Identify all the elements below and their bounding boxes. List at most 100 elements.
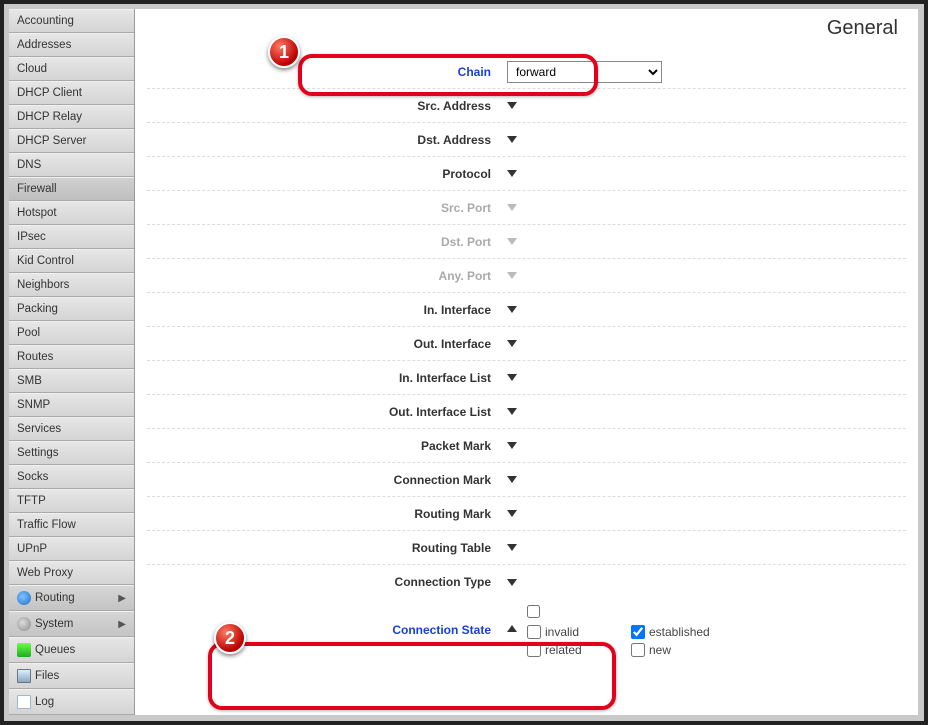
field-label: In. Interface List xyxy=(147,371,507,385)
nav-item-pool[interactable]: Pool xyxy=(9,321,134,345)
expand-icon[interactable] xyxy=(507,544,517,551)
log-icon xyxy=(17,695,31,709)
conn-state-invalid[interactable]: invalid xyxy=(527,625,627,639)
conn-state-negate-checkbox[interactable] xyxy=(527,605,540,618)
field-label: Routing Table xyxy=(147,541,507,555)
field-dst-address: Dst. Address xyxy=(147,123,906,157)
annotation-badge-1: 1 xyxy=(268,36,300,68)
field-label: Out. Interface xyxy=(147,337,507,351)
field-label: Src. Port xyxy=(147,201,507,215)
field-label: Src. Address xyxy=(147,99,507,113)
nav-item-settings[interactable]: Settings xyxy=(9,441,134,465)
conn-state-related-checkbox[interactable] xyxy=(527,643,541,657)
field-label: Out. Interface List xyxy=(147,405,507,419)
gear-icon xyxy=(17,617,31,631)
sidebar: Accounting Addresses Cloud DHCP Client D… xyxy=(9,9,135,715)
collapse-icon[interactable] xyxy=(507,625,517,632)
nav-item-queues[interactable]: Queues xyxy=(9,637,134,663)
chain-label: Chain xyxy=(147,65,507,79)
field-packet-mark: Packet Mark xyxy=(147,429,906,463)
field-label: Dst. Port xyxy=(147,235,507,249)
field-label: Any. Port xyxy=(147,269,507,283)
field-routing-mark: Routing Mark xyxy=(147,497,906,531)
expand-icon[interactable] xyxy=(507,579,517,586)
expand-icon xyxy=(507,272,517,279)
nav-item-kid-control[interactable]: Kid Control xyxy=(9,249,134,273)
nav-parent-routing[interactable]: Routing ▶ xyxy=(9,585,134,611)
expand-icon xyxy=(507,238,517,245)
nav-item-ipsec[interactable]: IPsec xyxy=(9,225,134,249)
expand-icon[interactable] xyxy=(507,374,517,381)
nav-item-dns[interactable]: DNS xyxy=(9,153,134,177)
nav-item-services[interactable]: Services xyxy=(9,417,134,441)
nav-item-accounting[interactable]: Accounting xyxy=(9,9,134,33)
nav-item-upnp[interactable]: UPnP xyxy=(9,537,134,561)
conn-state-related[interactable]: related xyxy=(527,643,627,657)
nav-item-traffic-flow[interactable]: Traffic Flow xyxy=(9,513,134,537)
queues-icon xyxy=(17,643,31,657)
expand-icon[interactable] xyxy=(507,476,517,483)
field-label: Connection Type xyxy=(147,575,507,589)
field-label: Dst. Address xyxy=(147,133,507,147)
nav-item-log[interactable]: Log xyxy=(9,689,134,715)
nav-item-dhcp-server[interactable]: DHCP Server xyxy=(9,129,134,153)
expand-icon[interactable] xyxy=(507,170,517,177)
field-label: Protocol xyxy=(147,167,507,181)
annotation-badge-2: 2 xyxy=(214,622,246,654)
field-routing-table: Routing Table xyxy=(147,531,906,565)
nav-item-tftp[interactable]: TFTP xyxy=(9,489,134,513)
nav-item-snmp[interactable]: SNMP xyxy=(9,393,134,417)
field-connection-type: Connection Type xyxy=(147,565,906,599)
conn-state-invalid-checkbox[interactable] xyxy=(527,625,541,639)
field-chain: Chain forward xyxy=(147,55,906,89)
main-panel: General Chain forward Src. Address Dst. A… xyxy=(135,9,918,715)
nav-item-addresses[interactable]: Addresses xyxy=(9,33,134,57)
nav-item-packing[interactable]: Packing xyxy=(9,297,134,321)
nav-item-socks[interactable]: Socks xyxy=(9,465,134,489)
field-label: Routing Mark xyxy=(147,507,507,521)
page-title: General xyxy=(827,17,898,40)
field-any-port: Any. Port xyxy=(147,259,906,293)
field-out-interface-list: Out. Interface List xyxy=(147,395,906,429)
expand-icon[interactable] xyxy=(507,102,517,109)
nav-item-neighbors[interactable]: Neighbors xyxy=(9,273,134,297)
conn-state-new[interactable]: new xyxy=(631,643,741,657)
form-area: Chain forward Src. Address Dst. Address Pr… xyxy=(147,55,906,657)
nav-item-dhcp-relay[interactable]: DHCP Relay xyxy=(9,105,134,129)
field-in-interface-list: In. Interface List xyxy=(147,361,906,395)
field-in-interface: In. Interface xyxy=(147,293,906,327)
expand-icon[interactable] xyxy=(507,408,517,415)
conn-state-new-checkbox[interactable] xyxy=(631,643,645,657)
expand-icon[interactable] xyxy=(507,136,517,143)
field-src-address: Src. Address xyxy=(147,89,906,123)
nav-item-smb[interactable]: SMB xyxy=(9,369,134,393)
routing-icon xyxy=(17,591,31,605)
chain-select[interactable]: forward xyxy=(507,61,662,83)
chevron-right-icon: ▶ xyxy=(118,593,126,604)
nav-item-firewall[interactable]: Firewall xyxy=(9,177,134,201)
nav-item-hotspot[interactable]: Hotspot xyxy=(9,201,134,225)
field-connection-mark: Connection Mark xyxy=(147,463,906,497)
files-icon xyxy=(17,669,31,683)
connection-state-label: Connection State xyxy=(147,605,507,637)
chevron-right-icon: ▶ xyxy=(118,619,126,630)
field-label: Packet Mark xyxy=(147,439,507,453)
expand-icon[interactable] xyxy=(507,510,517,517)
nav-item-files[interactable]: Files xyxy=(9,663,134,689)
nav-parent-system[interactable]: System ▶ xyxy=(9,611,134,637)
conn-state-established[interactable]: established xyxy=(631,625,741,639)
field-out-interface: Out. Interface xyxy=(147,327,906,361)
field-protocol: Protocol xyxy=(147,157,906,191)
conn-state-established-checkbox[interactable] xyxy=(631,625,645,639)
expand-icon[interactable] xyxy=(507,442,517,449)
expand-icon[interactable] xyxy=(507,306,517,313)
nav-item-routes[interactable]: Routes xyxy=(9,345,134,369)
field-label: Connection Mark xyxy=(147,473,507,487)
expand-icon[interactable] xyxy=(507,340,517,347)
nav-item-web-proxy[interactable]: Web Proxy xyxy=(9,561,134,585)
nav-item-dhcp-client[interactable]: DHCP Client xyxy=(9,81,134,105)
field-src-port: Src. Port xyxy=(147,191,906,225)
field-label: In. Interface xyxy=(147,303,507,317)
nav-item-cloud[interactable]: Cloud xyxy=(9,57,134,81)
expand-icon xyxy=(507,204,517,211)
